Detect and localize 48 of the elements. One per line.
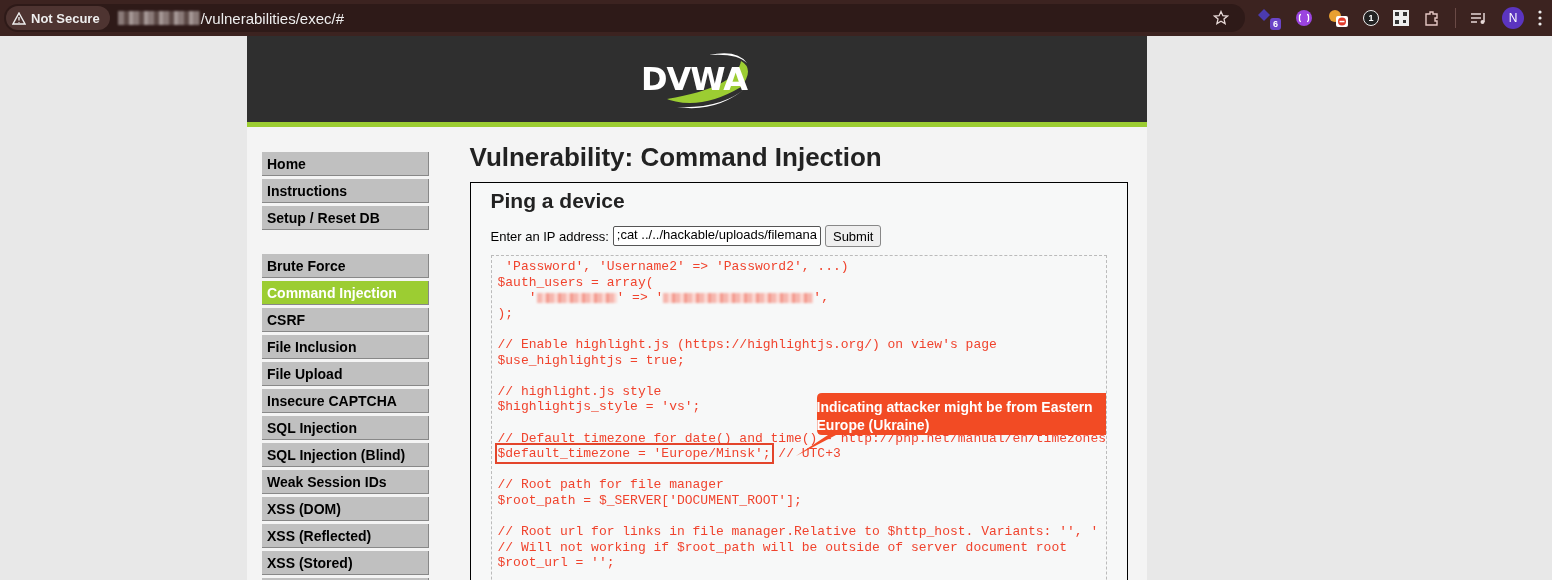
submit-button[interactable]: Submit xyxy=(824,225,882,247)
code-line: $highlightjs_style = 'vs'; xyxy=(497,399,701,415)
code-line: $root_url = ''; xyxy=(497,555,615,571)
field-label: Enter an IP address: xyxy=(490,228,609,244)
code-line: $auth_users = array( xyxy=(497,274,654,290)
code-line: $use_highlightjs = true; xyxy=(497,352,685,368)
menu-item[interactable]: Insecure CAPTCHA xyxy=(262,389,429,413)
profile-avatar[interactable]: N xyxy=(1502,7,1524,29)
menu-item[interactable]: SQL Injection xyxy=(262,416,429,440)
ip-address-field[interactable]: ;cat ../../hackable/uploads/filemana xyxy=(612,226,821,246)
blocker-icon[interactable] xyxy=(1327,8,1349,28)
code-line: ); xyxy=(497,305,514,321)
code-comment: // UTC+3 xyxy=(777,446,841,462)
code-text: ' => ' xyxy=(616,290,664,306)
code-line: 'Password', 'Username2' => 'Password2', ...) xyxy=(504,259,849,274)
qr-code-icon[interactable] xyxy=(1393,10,1409,26)
code-line: // Root url for links in file manager.Relative to $http_host. Variants: '', ' xyxy=(497,524,1099,540)
code-line: $root_path = $_SERVER['DOCUMENT_ROOT']; xyxy=(497,492,802,508)
code-line: // Will not working if $root_path will be outside of server document root xyxy=(497,539,1067,555)
code-line: // highlight.js style xyxy=(497,383,662,399)
menu-item[interactable]: XSS (Stored) xyxy=(262,551,429,575)
menu-item[interactable]: Setup / Reset DB xyxy=(262,206,429,230)
menu-item[interactable]: Weak Session IDs xyxy=(262,470,429,494)
highlighted-code: $default_timezone = 'Europe/Minsk'; xyxy=(497,446,771,462)
menu-item[interactable]: File Upload xyxy=(262,362,429,386)
menu-item[interactable]: XSS (Reflected) xyxy=(262,524,429,548)
menu-item[interactable]: SQL Injection (Blind) xyxy=(262,443,429,467)
menu-icon[interactable] xyxy=(1538,10,1542,26)
menu-item[interactable]: Home xyxy=(262,152,429,176)
section-title: Ping a device xyxy=(490,189,626,213)
code-line: // Enable highlight.js (https://highlightjs.org/) on view's page xyxy=(497,336,997,352)
security-chip[interactable]: Not Secure xyxy=(6,6,110,30)
extension-count[interactable]: 1 xyxy=(1363,10,1379,26)
menu-item[interactable]: File Inclusion xyxy=(262,335,429,359)
code-text: ', xyxy=(813,290,829,306)
star-icon[interactable] xyxy=(1213,10,1229,26)
code-text: ' xyxy=(527,290,537,306)
menu-item[interactable]: Brute Force xyxy=(262,254,429,278)
page-title: Vulnerability: Command Injection xyxy=(469,142,883,173)
puzzle-icon[interactable] xyxy=(1423,9,1441,27)
warning-icon xyxy=(12,11,26,25)
menu-item[interactable]: XSS (DOM) xyxy=(262,497,429,521)
brackets-icon[interactable] xyxy=(1295,9,1313,27)
media-icon[interactable] xyxy=(1470,10,1488,26)
url-path[interactable]: /vulnerabilities/exec/# xyxy=(200,9,345,27)
code-line: // Root path for file manager xyxy=(497,477,724,493)
menu-item[interactable]: CSRF xyxy=(262,308,429,332)
menu-item[interactable]: Instructions xyxy=(262,179,429,203)
